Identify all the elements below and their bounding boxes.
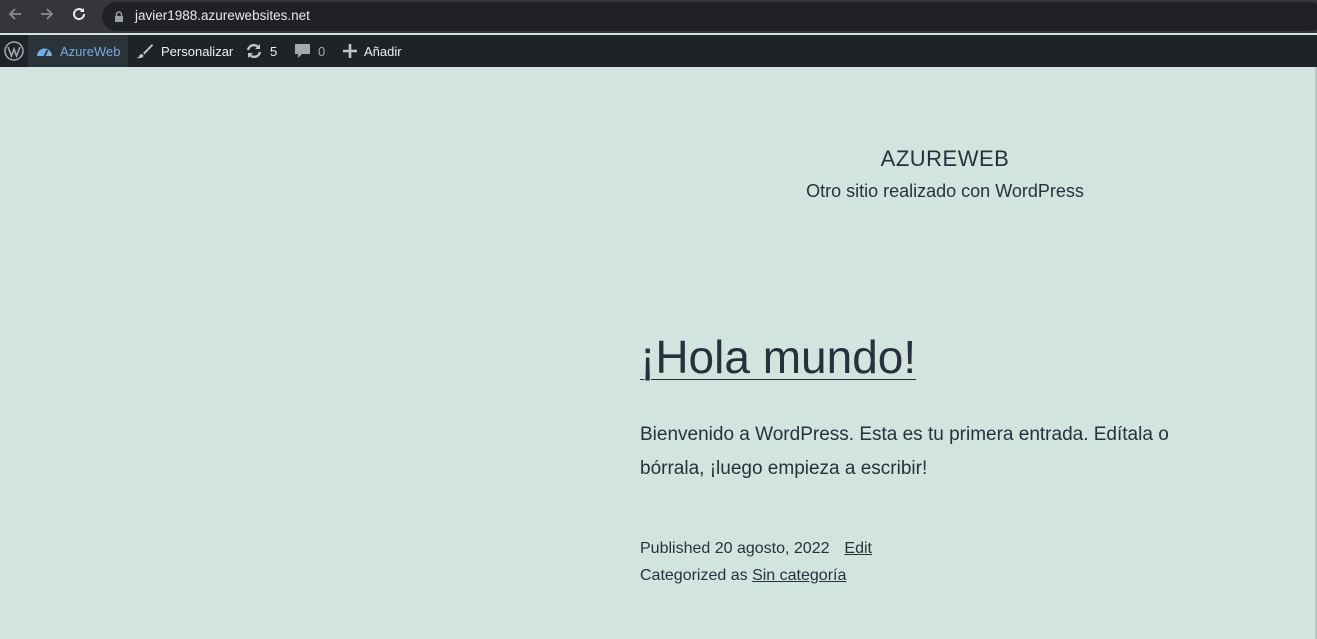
comments-count: 0 — [318, 43, 326, 59]
new-content-label: Añadir — [364, 43, 402, 59]
back-button[interactable] — [5, 6, 25, 26]
edit-link[interactable]: Edit — [844, 540, 872, 557]
reload-button[interactable] — [69, 6, 89, 26]
categorized-prefix: Categorized as — [640, 567, 748, 584]
site-title[interactable]: AZUREWEB — [700, 146, 1190, 172]
customize-menu[interactable]: Personalizar — [136, 35, 233, 67]
browser-toolbar: javier1988.azurewebsites.net — [0, 0, 1317, 33]
site-name-label: AzureWeb — [60, 43, 121, 59]
post-content: Bienvenido a WordPress. Esta es tu prime… — [640, 424, 1169, 479]
post-published-meta: Published 20 agosto, 2022 Edit — [640, 540, 872, 558]
arrow-left-icon — [8, 8, 21, 20]
paintbrush-icon — [136, 44, 153, 59]
published-prefix: Published — [640, 540, 711, 557]
updates-menu[interactable]: 5 — [245, 35, 277, 67]
comments-menu[interactable]: 0 — [294, 35, 325, 67]
wp-logo-menu[interactable] — [0, 35, 28, 67]
wordpress-logo-icon — [4, 41, 24, 61]
updates-icon — [246, 43, 262, 59]
url-text: javier1988.azurewebsites.net — [135, 8, 310, 23]
post-category-meta: Categorized as Sin categoría — [640, 567, 846, 585]
new-content-menu[interactable]: Añadir — [343, 35, 402, 67]
wp-admin-bar: AzureWeb Personalizar 5 0 Añadir — [0, 35, 1317, 67]
site-name-menu[interactable]: AzureWeb — [28, 35, 128, 67]
plus-icon — [343, 44, 357, 58]
reload-icon — [73, 8, 86, 21]
site-description: Otro sitio realizado con WordPress — [806, 181, 1084, 201]
post-title-link[interactable]: ¡Hola mundo! — [640, 330, 916, 384]
updates-count: 5 — [270, 43, 278, 59]
published-date-link[interactable]: 20 agosto, 2022 — [715, 540, 830, 557]
customize-label: Personalizar — [161, 43, 234, 59]
lock-icon — [115, 11, 123, 22]
arrow-right-icon — [41, 8, 54, 20]
forward-button[interactable] — [37, 6, 57, 26]
address-bar[interactable]: javier1988.azurewebsites.net — [102, 2, 1317, 31]
comment-icon — [295, 44, 310, 58]
category-link[interactable]: Sin categoría — [752, 567, 846, 584]
dashboard-icon — [37, 48, 52, 57]
